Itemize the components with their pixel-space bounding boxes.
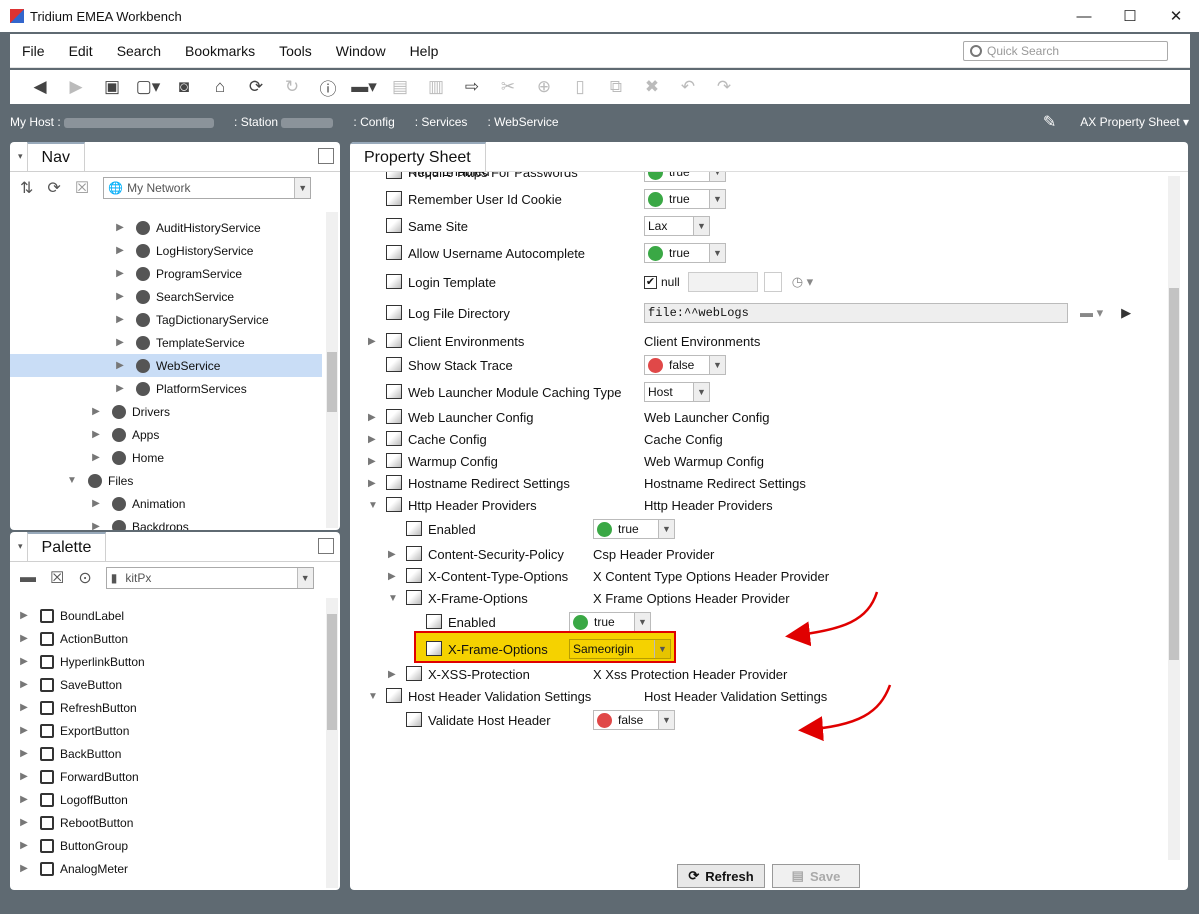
annotation-arrows [785,591,892,742]
arrow-x-frame-options [798,684,892,742]
arrow-http-header-providers [785,591,879,647]
